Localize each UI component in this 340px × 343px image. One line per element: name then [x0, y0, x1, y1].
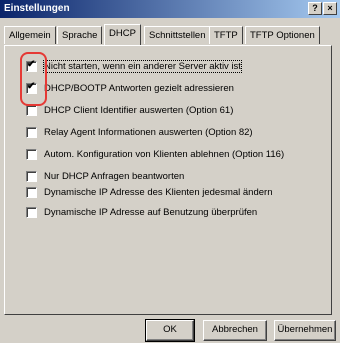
checkbox[interactable]: [26, 206, 37, 218]
tab-sprache[interactable]: Sprache: [57, 26, 103, 44]
title-bar[interactable]: Einstellungen ? ×: [0, 0, 340, 18]
option-relay-agent[interactable]: Relay Agent Informationen auswerten (Opt…: [26, 125, 253, 139]
option-label: Nicht starten, wenn ein anderer Server a…: [43, 59, 242, 73]
cancel-button[interactable]: Abbrechen: [203, 320, 267, 341]
option-label: Nur DHCP Anfragen beantworten: [44, 170, 185, 182]
option-label: Autom. Konfiguration von Klienten ablehn…: [44, 148, 285, 160]
close-button[interactable]: ×: [323, 2, 337, 15]
tab-allgemein[interactable]: Allgemein: [4, 26, 56, 44]
checkbox[interactable]: [26, 126, 37, 138]
option-not-start-if-other-server[interactable]: ✔ Nicht starten, wenn ein anderer Server…: [26, 59, 242, 73]
checkbox[interactable]: [26, 148, 37, 160]
option-change-ip-each-time[interactable]: Dynamische IP Adresse des Klienten jedes…: [26, 185, 272, 199]
option-label: DHCP/BOOTP Antworten gezielt adressieren: [44, 82, 234, 94]
option-reject-autoconfig[interactable]: Autom. Konfiguration von Klienten ablehn…: [26, 147, 284, 161]
help-button[interactable]: ?: [308, 2, 322, 15]
ok-button[interactable]: OK: [145, 319, 195, 342]
tab-tftp-optionen[interactable]: TFTP Optionen: [245, 26, 320, 44]
option-check-ip-usage[interactable]: Dynamische IP Adresse auf Benutzung über…: [26, 205, 257, 219]
option-dhcp-only[interactable]: Nur DHCP Anfragen beantworten: [26, 169, 184, 183]
checkbox[interactable]: [26, 104, 37, 116]
checkbox[interactable]: [26, 170, 37, 182]
option-label: DHCP Client Identifier auswerten (Option…: [44, 104, 234, 116]
option-label: Relay Agent Informationen auswerten (Opt…: [44, 126, 253, 138]
option-label: Dynamische IP Adresse des Klienten jedes…: [44, 186, 273, 198]
tab-dhcp[interactable]: DHCP: [104, 24, 141, 45]
option-client-identifier[interactable]: DHCP Client Identifier auswerten (Option…: [26, 103, 233, 117]
highlight-annotation: [20, 52, 47, 106]
option-dhcp-bootp-targeted[interactable]: ✔ DHCP/BOOTP Antworten gezielt adressier…: [26, 81, 234, 95]
window-title: Einstellungen: [4, 3, 70, 14]
option-label: Dynamische IP Adresse auf Benutzung über…: [44, 206, 258, 218]
settings-dialog: Einstellungen ? × Allgemein Sprache DHCP…: [0, 0, 340, 343]
checkbox[interactable]: [26, 186, 37, 198]
tab-tftp[interactable]: TFTP: [209, 26, 243, 44]
tab-schnittstellen[interactable]: Schnittstellen: [144, 26, 211, 44]
apply-button[interactable]: Übernehmen: [274, 320, 336, 341]
